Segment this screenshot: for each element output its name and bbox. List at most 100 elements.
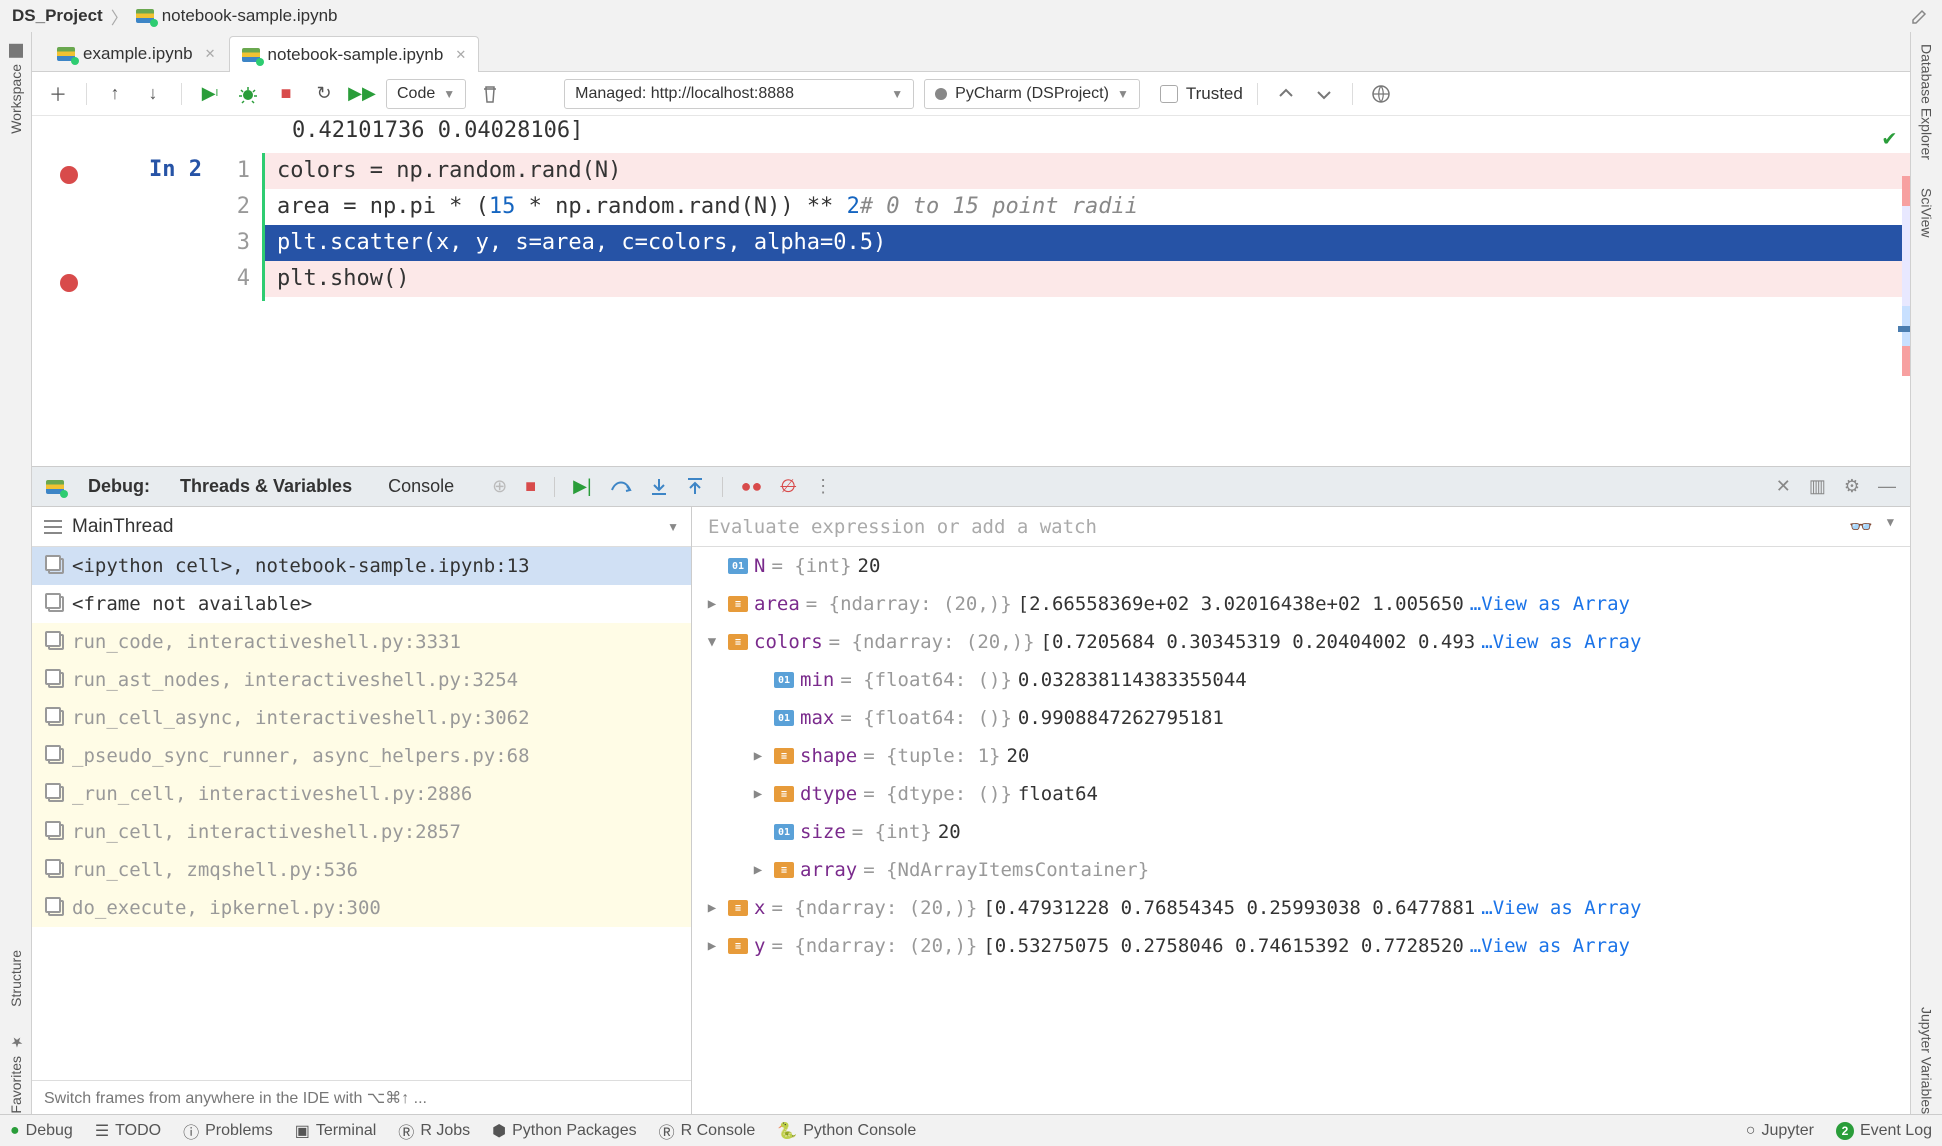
add-icon[interactable]: ⊕ <box>492 476 507 497</box>
step-out-button[interactable] <box>686 477 704 497</box>
server-dropdown[interactable]: Managed: http://localhost:8888▼ <box>564 79 914 109</box>
frame-row[interactable]: run_code, interactiveshell.py:3331 <box>32 623 691 661</box>
variable-row[interactable]: ▶≡ dtype = {dtype: ()} float64 <box>692 775 1910 813</box>
tab-console[interactable]: Console <box>382 476 460 497</box>
view-as-array-link[interactable]: …View as Array <box>1470 935 1630 957</box>
step-over-button[interactable] <box>610 478 632 496</box>
frame-row[interactable]: <ipython cell>, notebook-sample.ipynb:13 <box>32 547 691 585</box>
status-python-packages[interactable]: ⬢ Python Packages <box>492 1121 637 1141</box>
cell-type-dropdown[interactable]: Code▼ <box>386 79 466 109</box>
frame-row[interactable]: run_cell_async, interactiveshell.py:3062 <box>32 699 691 737</box>
variable-row[interactable]: ▶≡ y = {ndarray: (20,)} [0.53275075 0.27… <box>692 927 1910 965</box>
code-line[interactable]: plt.show() <box>265 261 1910 297</box>
debug-cell-button[interactable] <box>234 80 262 108</box>
status-debug[interactable]: ●Debug <box>10 1122 73 1140</box>
run-all-button[interactable]: ▶▶ <box>348 80 376 108</box>
thread-selector[interactable]: MainThread ▼ <box>32 507 691 547</box>
stop-debug-button[interactable]: ■ <box>525 476 536 497</box>
view-as-array-link[interactable]: …View as Array <box>1481 897 1641 919</box>
add-cell-button[interactable]: ＋ <box>44 80 72 108</box>
status-problems[interactable]: ⓘ Problems <box>183 1119 273 1143</box>
status-python-console[interactable]: 🐍 Python Console <box>777 1121 916 1141</box>
more-icon[interactable]: ⋮ <box>814 476 832 497</box>
tool-database-explorer[interactable]: Database Explorer <box>1919 44 1935 160</box>
breakpoint-icon[interactable] <box>60 274 78 292</box>
stop-button[interactable]: ■ <box>272 80 300 108</box>
delete-cell-button[interactable] <box>476 80 504 108</box>
run-cell-button[interactable]: ▶I <box>196 80 224 108</box>
status-bar: ●Debug ☰ TODO ⓘ Problems ▣ Terminal Ⓡ R … <box>0 1114 1942 1146</box>
close-icon[interactable]: ✕ <box>1776 476 1791 497</box>
tool-sciview[interactable]: SciView <box>1919 188 1935 238</box>
frame-row[interactable]: run_ast_nodes, interactiveshell.py:3254 <box>32 661 691 699</box>
variable-tree[interactable]: 01 N = {int} 20▶≡ area = {ndarray: (20,)… <box>692 547 1910 1114</box>
frame-row[interactable]: _run_cell, interactiveshell.py:2886 <box>32 775 691 813</box>
variable-row[interactable]: 01 min = {float64: ()} 0.032838114383355… <box>692 661 1910 699</box>
code-line-current[interactable]: plt.scatter(x, y, s=area, c=colors, alph… <box>265 225 1910 261</box>
jupyter-file-icon <box>57 47 75 61</box>
code-line[interactable]: area = np.pi * (15 * np.random.rand(N)) … <box>265 189 1910 225</box>
kernel-status-dot <box>935 88 947 100</box>
variable-row[interactable]: ▶≡ array = {NdArrayItemsContainer} <box>692 851 1910 889</box>
status-todo[interactable]: ☰ TODO <box>95 1121 161 1141</box>
debug-tool-window: Debug: Threads & Variables Console ⊕ ■ ▶… <box>32 466 1910 1114</box>
expand-up-button[interactable] <box>1272 80 1300 108</box>
code-line[interactable]: colors = np.random.rand(N) <box>265 153 1910 189</box>
status-r-console[interactable]: Ⓡ R Console <box>659 1119 756 1143</box>
tool-favorites[interactable]: Favorites★ <box>8 1034 24 1114</box>
restart-button[interactable]: ↻ <box>310 80 338 108</box>
tool-structure[interactable]: Structure <box>8 950 24 1007</box>
tab-example[interactable]: example.ipynb ✕ <box>44 35 229 71</box>
variable-row[interactable]: ▼≡ colors = {ndarray: (20,)} [0.7205684 … <box>692 623 1910 661</box>
variable-row[interactable]: 01 N = {int} 20 <box>692 547 1910 585</box>
status-terminal[interactable]: ▣ Terminal <box>295 1121 377 1141</box>
frame-row[interactable]: do_execute, ipkernel.py:300 <box>32 889 691 927</box>
editor-tabs: example.ipynb ✕ notebook-sample.ipynb ✕ <box>32 32 1910 72</box>
frame-row[interactable]: run_cell, interactiveshell.py:2857 <box>32 813 691 851</box>
variable-row[interactable]: ▶≡ area = {ndarray: (20,)} [2.66558369e+… <box>692 585 1910 623</box>
step-into-button[interactable] <box>650 477 668 497</box>
view-breakpoints-button[interactable]: ●● <box>741 476 763 497</box>
tab-notebook-sample[interactable]: notebook-sample.ipynb ✕ <box>229 36 480 72</box>
move-down-button[interactable]: ↓ <box>139 80 167 108</box>
frame-row[interactable]: _pseudo_sync_runner, async_helpers.py:68 <box>32 737 691 775</box>
status-jupyter[interactable]: ○ Jupyter <box>1746 1122 1814 1140</box>
frame-row[interactable]: run_cell, zmqshell.py:536 <box>32 851 691 889</box>
tool-workspace[interactable]: Workspace <box>8 44 24 134</box>
glasses-icon[interactable]: 👓 <box>1849 515 1873 538</box>
breakpoint-icon[interactable] <box>60 166 78 184</box>
tab-threads-variables[interactable]: Threads & Variables <box>174 476 358 497</box>
status-r-jobs[interactable]: Ⓡ R Jobs <box>398 1119 470 1143</box>
close-icon[interactable]: ✕ <box>205 46 216 62</box>
layout-icon[interactable]: ▥ <box>1809 476 1826 497</box>
minimize-icon[interactable]: — <box>1878 476 1896 497</box>
breadcrumb: DS_Project 〉 notebook-sample.ipynb <box>0 0 1942 32</box>
view-as-array-link[interactable]: …View as Array <box>1481 631 1641 653</box>
gear-icon[interactable]: ⚙ <box>1844 476 1860 497</box>
variable-row[interactable]: 01 size = {int} 20 <box>692 813 1910 851</box>
variable-row[interactable]: ▶≡ x = {ndarray: (20,)} [0.47931228 0.76… <box>692 889 1910 927</box>
kernel-dropdown[interactable]: PyCharm (DSProject)▼ <box>924 79 1140 109</box>
view-as-array-link[interactable]: …View as Array <box>1470 593 1630 615</box>
frame-list[interactable]: <ipython cell>, notebook-sample.ipynb:13… <box>32 547 691 1080</box>
variable-row[interactable]: ▶≡ shape = {tuple: 1} 20 <box>692 737 1910 775</box>
code-body[interactable]: colors = np.random.rand(N) area = np.pi … <box>262 153 1910 301</box>
globe-icon[interactable] <box>1367 80 1395 108</box>
mute-breakpoints-button[interactable]: ∅ <box>780 476 796 497</box>
breadcrumb-file[interactable]: notebook-sample.ipynb <box>162 6 338 26</box>
status-event-log[interactable]: 2Event Log <box>1836 1122 1932 1140</box>
trusted-checkbox[interactable]: Trusted <box>1160 84 1243 104</box>
edit-icon[interactable] <box>1910 6 1930 26</box>
variable-row[interactable]: 01 max = {float64: ()} 0.990884726279518… <box>692 699 1910 737</box>
breadcrumb-root[interactable]: DS_Project <box>12 6 103 26</box>
notebook-editor[interactable]: ✔ 0.42101736 0.04028106] In 2 1234 <box>32 116 1910 466</box>
tool-jupyter-variables[interactable]: Jupyter Variables <box>1919 1007 1935 1114</box>
watch-input[interactable]: Evaluate expression or add a watch 👓▼ <box>692 507 1910 547</box>
frame-row[interactable]: <frame not available> <box>32 585 691 623</box>
chevron-down-icon[interactable]: ▼ <box>1887 515 1894 538</box>
close-icon[interactable]: ✕ <box>455 47 466 63</box>
expand-down-button[interactable] <box>1310 80 1338 108</box>
error-stripe[interactable] <box>1902 176 1910 376</box>
move-up-button[interactable]: ↑ <box>101 80 129 108</box>
resume-button[interactable]: ▶| <box>573 476 592 497</box>
